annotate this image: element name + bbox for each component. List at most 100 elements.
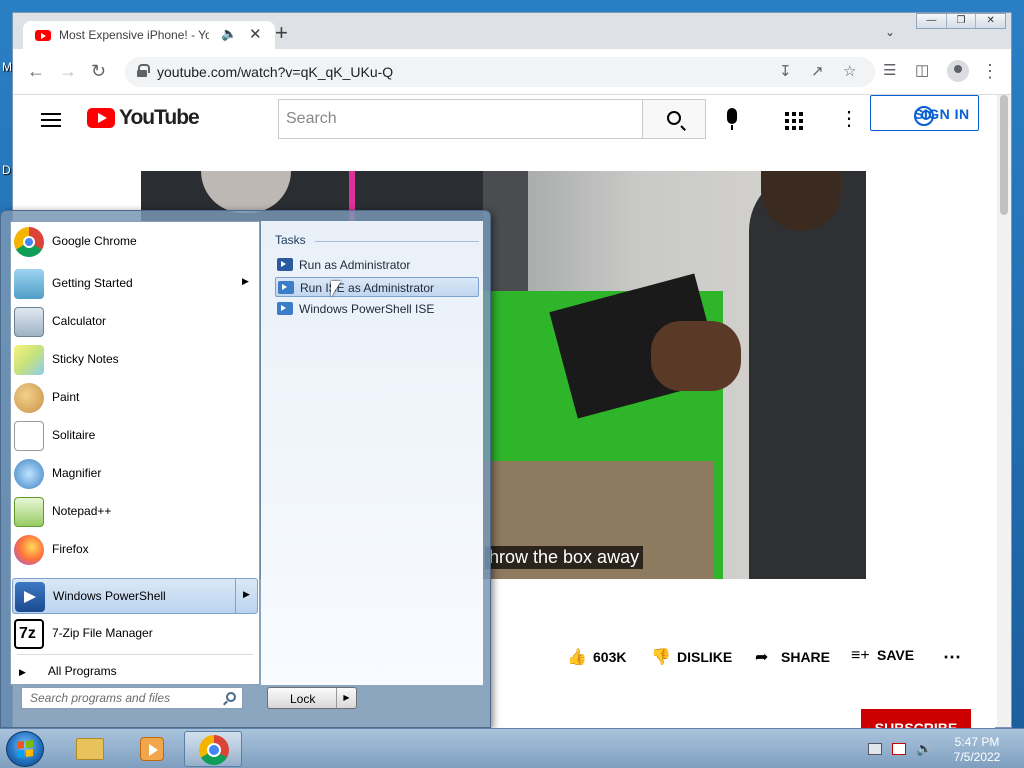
program-magnifier[interactable]: Magnifier	[12, 456, 258, 492]
microphone-icon[interactable]	[727, 108, 737, 130]
network-tray-icon[interactable]	[868, 743, 882, 755]
program-solitaire[interactable]: Solitaire	[12, 418, 258, 454]
lock-icon[interactable]	[137, 64, 150, 77]
media-control-icon[interactable]: ☰	[883, 61, 896, 81]
minimize-button[interactable]: —	[917, 14, 947, 28]
video-frame-person	[749, 171, 866, 579]
forward-arrow-icon[interactable]: →	[59, 61, 77, 81]
youtube-logo-icon[interactable]	[87, 108, 115, 128]
media-player-icon	[140, 737, 164, 761]
expand-arrow-icon: ▶	[19, 667, 26, 677]
tasks-heading: Tasks	[275, 233, 306, 247]
all-programs-button[interactable]: ▶ All Programs	[19, 664, 117, 678]
page-scrollbar[interactable]	[997, 95, 1011, 727]
mouse-cursor-icon	[331, 281, 341, 297]
dislike-button[interactable]: 👎 DISLIKE	[651, 647, 732, 667]
scrollbar-thumb[interactable]	[1000, 95, 1008, 215]
shutdown-options-arrow-icon[interactable]: ▶	[336, 688, 356, 708]
video-frame-hands	[651, 321, 741, 391]
program-google-chrome[interactable]: Google Chrome	[12, 224, 258, 260]
browser-toolbar: ← → ↻ youtube.com/watch?v=qK_qK_UKu-Q ↧ …	[13, 49, 1011, 95]
share-button[interactable]: ➦ SHARE	[755, 647, 830, 667]
lock-button[interactable]: Lock ▶	[267, 687, 357, 709]
browser-tab[interactable]: Most Expensive iPhone! - Yo 🔈 ✕	[23, 21, 275, 49]
tasks-divider	[315, 241, 479, 242]
program-firefox[interactable]: Firefox	[12, 532, 258, 568]
sticky-notes-icon	[14, 345, 44, 375]
windows-logo-icon	[17, 740, 33, 758]
submenu-arrow-icon: ▶	[243, 589, 250, 599]
sign-in-label: SIGN IN	[914, 106, 970, 122]
settings-menu-icon[interactable]: ⋮	[839, 109, 859, 129]
new-tab-button[interactable]: +	[275, 22, 288, 44]
firefox-icon	[14, 535, 44, 565]
tab-search-chevron-icon[interactable]: ⌄	[885, 25, 895, 39]
close-tab-icon[interactable]: ✕	[249, 25, 262, 43]
close-window-button[interactable]: ✕	[976, 14, 1005, 28]
start-search-box	[21, 687, 243, 709]
more-actions-icon[interactable]: ⋯	[943, 647, 961, 668]
desktop-icon-label-fragment: M	[2, 60, 12, 74]
share-arrow-icon: ➦	[755, 649, 769, 666]
video-caption: hrow the box away	[485, 546, 644, 569]
getting-started-icon	[14, 269, 44, 299]
chrome-icon	[199, 735, 229, 765]
search-input[interactable]	[279, 100, 643, 138]
restore-button[interactable]: ❐	[947, 14, 977, 28]
thumbs-down-icon: 👎	[651, 649, 671, 666]
program-notepad-plus-plus[interactable]: Notepad++	[12, 494, 258, 530]
video-frame-beanie	[201, 171, 291, 213]
like-button[interactable]: 👍 603K	[567, 647, 626, 667]
bookmark-star-icon[interactable]: ☆	[843, 62, 856, 80]
program-calculator[interactable]: Calculator	[12, 304, 258, 340]
guide-menu-icon[interactable]	[41, 113, 61, 127]
speaker-icon[interactable]: 🔈	[221, 26, 237, 42]
chrome-icon	[14, 227, 44, 257]
back-arrow-icon[interactable]: ←	[27, 61, 45, 81]
reload-icon[interactable]: ↻	[91, 61, 106, 81]
program-sticky-notes[interactable]: Sticky Notes	[12, 342, 258, 378]
taskbar-explorer[interactable]	[60, 731, 118, 767]
powershell-icon	[15, 582, 45, 612]
task-run-as-administrator[interactable]: Run as Administrator	[275, 255, 479, 275]
url-text[interactable]: youtube.com/watch?v=qK_qK_UKu-Q	[157, 64, 393, 80]
install-app-icon[interactable]: ↧	[779, 62, 792, 80]
search-icon	[667, 111, 681, 125]
youtube-favicon-icon	[35, 30, 51, 41]
sign-in-button[interactable]: SIGN IN	[870, 95, 979, 131]
address-bar[interactable]: youtube.com/watch?v=qK_qK_UKu-Q ↧ ↗ ☆	[125, 57, 875, 87]
program-7zip-file-manager[interactable]: 7-Zip File Manager	[12, 616, 258, 652]
search-button[interactable]	[642, 99, 706, 139]
share-label: SHARE	[781, 649, 831, 665]
taskbar-chrome[interactable]	[184, 731, 242, 767]
volume-icon[interactable]: 🔊	[916, 742, 932, 755]
youtube-wordmark[interactable]: YouTube	[119, 106, 200, 130]
action-center-flag-icon[interactable]	[892, 743, 906, 755]
start-button[interactable]	[6, 731, 44, 767]
start-search-input[interactable]	[22, 688, 212, 708]
start-menu-programs: Google Chrome Getting Started ▶ Calculat…	[10, 221, 260, 685]
calculator-icon	[14, 307, 44, 337]
jump-list-panel: Tasks Run as Administrator Run ISE as Ad…	[261, 221, 483, 685]
search-icon[interactable]	[226, 692, 236, 702]
task-run-ise-as-administrator[interactable]: Run ISE as Administrator	[275, 277, 479, 297]
task-windows-powershell-ise[interactable]: Windows PowerShell ISE	[275, 299, 479, 319]
program-getting-started[interactable]: Getting Started ▶	[12, 266, 258, 302]
subscribe-button[interactable]: SUBSCRIBE	[861, 709, 971, 729]
thumbs-up-icon: 👍	[567, 649, 587, 666]
paint-icon	[14, 383, 44, 413]
program-paint[interactable]: Paint	[12, 380, 258, 416]
taskbar-media-player[interactable]	[122, 731, 180, 767]
taskbar: 🔊 5:47 PM 7/5/2022	[0, 728, 1024, 768]
dislike-label: DISLIKE	[677, 649, 733, 665]
menu-separator	[17, 654, 253, 655]
system-clock[interactable]: 5:47 PM 7/5/2022	[944, 735, 1010, 765]
save-button[interactable]: ≡+ SAVE	[851, 647, 914, 665]
side-panel-icon[interactable]: ◫	[915, 61, 929, 81]
notepad-plus-plus-icon	[14, 497, 44, 527]
apps-grid-icon[interactable]	[785, 112, 803, 130]
program-windows-powershell[interactable]: Windows PowerShell ▶	[12, 578, 258, 614]
profile-avatar-icon[interactable]	[947, 60, 969, 82]
share-page-icon[interactable]: ↗	[811, 62, 824, 80]
chrome-menu-icon[interactable]: ⋮	[981, 61, 999, 81]
